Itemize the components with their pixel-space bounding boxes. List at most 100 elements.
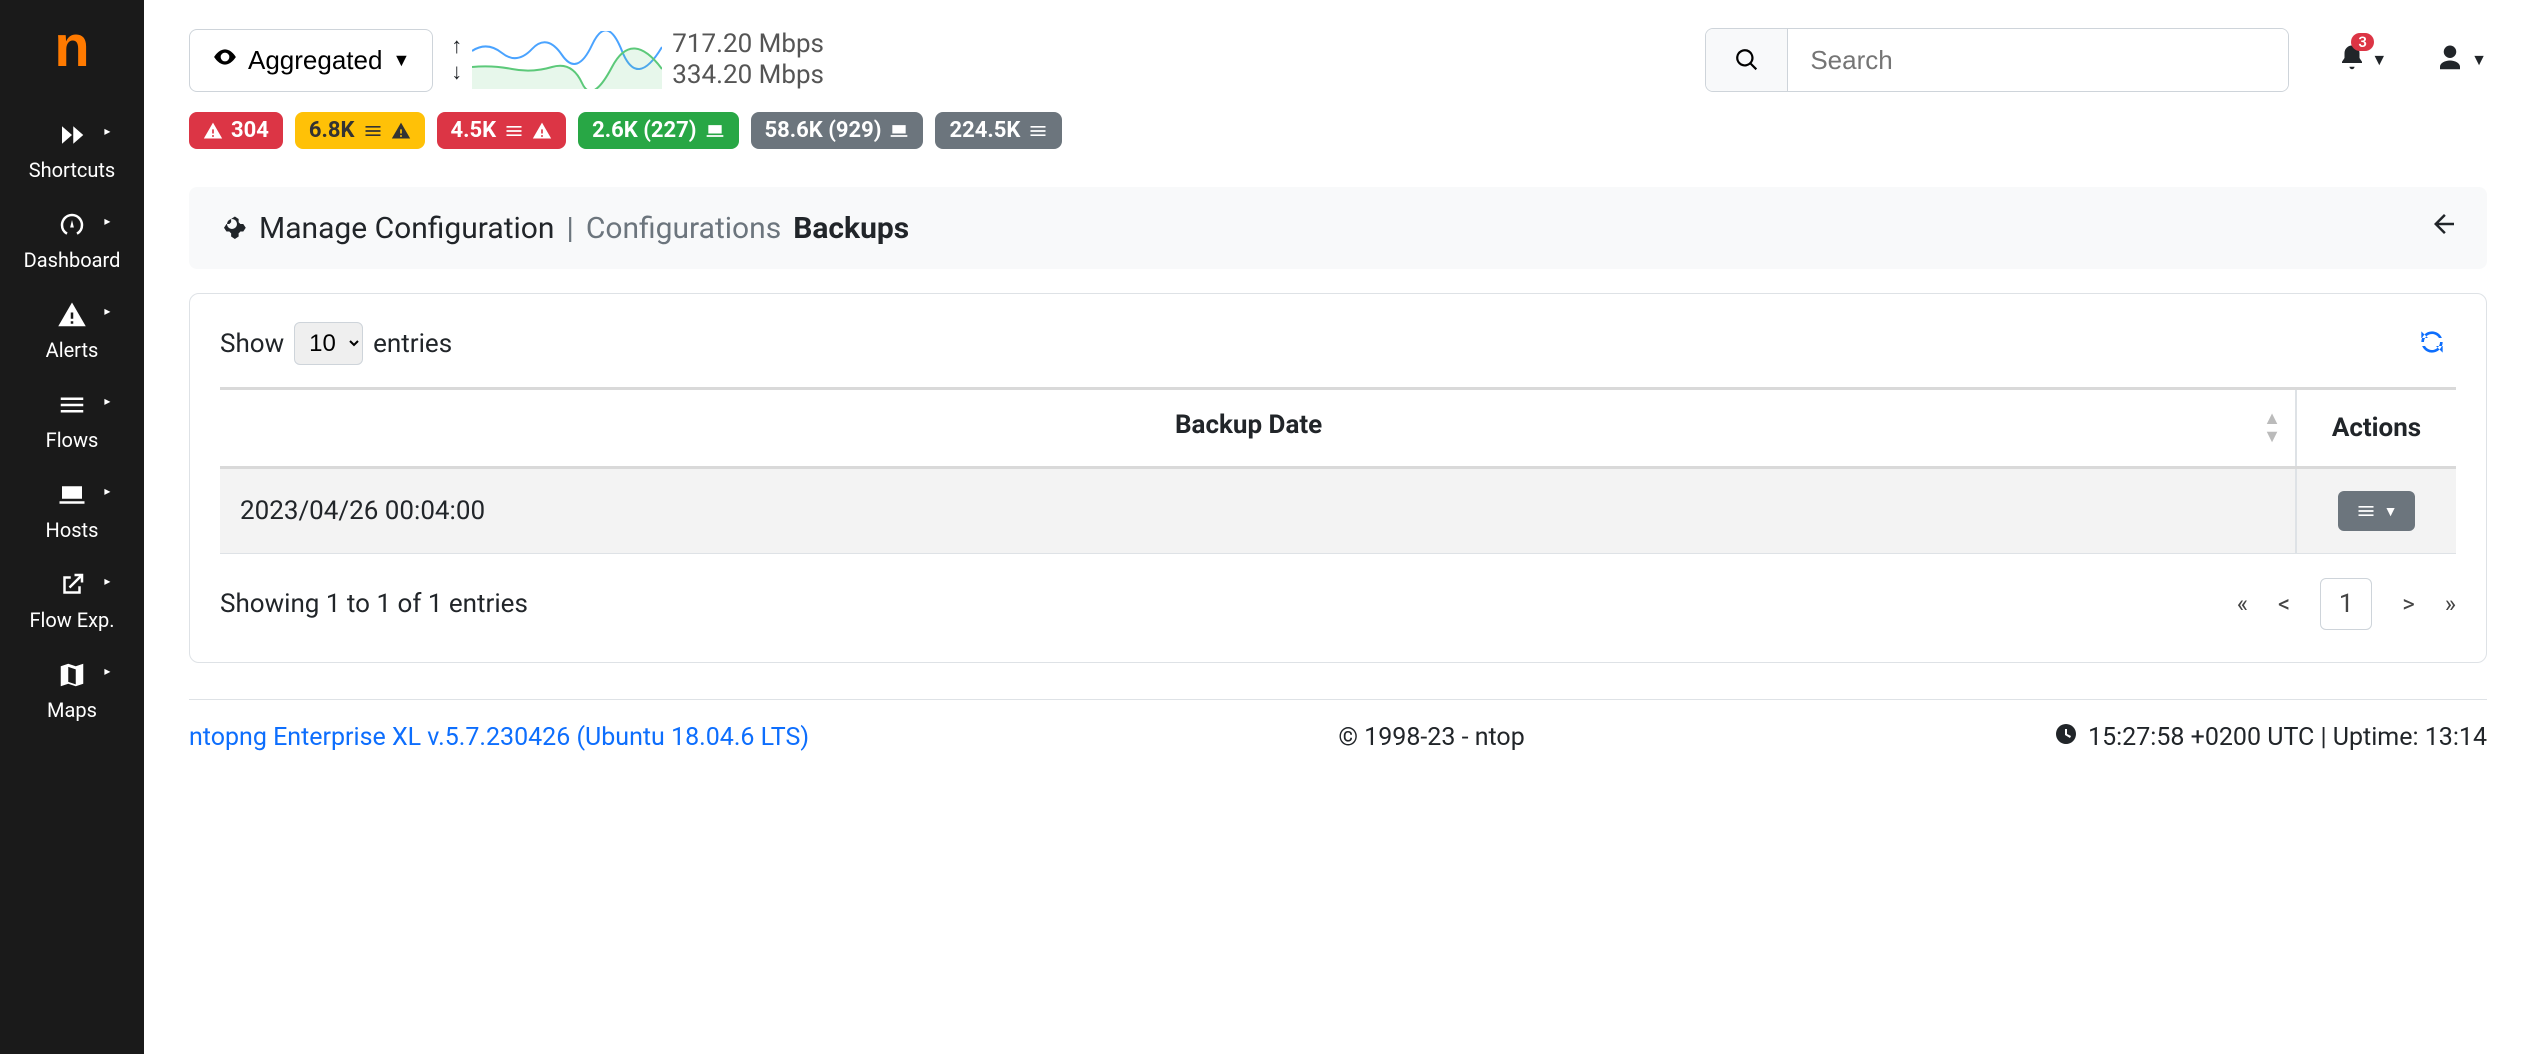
- back-button[interactable]: [2429, 209, 2459, 247]
- bars-icon: [1028, 121, 1048, 141]
- table-row: 2023/04/26 00:04:00 ▼: [220, 468, 2456, 554]
- traffic-down: 334.20 Mbps: [672, 60, 824, 91]
- table-footer: Showing 1 to 1 of 1 entries « < 1 > »: [190, 554, 2486, 630]
- nav-label: Shortcuts: [29, 158, 115, 182]
- status-badge[interactable]: 4.5K: [437, 112, 567, 149]
- search-box: [1705, 28, 2289, 92]
- status-badge[interactable]: 6.8K: [295, 112, 425, 149]
- caret-down-icon: ▼: [2471, 50, 2487, 70]
- nav-label: Hosts: [46, 518, 99, 542]
- nav-label: Flow Exp.: [29, 608, 114, 632]
- caret-right-icon: ▸: [104, 664, 110, 678]
- sidebar: n Shortcuts▸Dashboard▸Alerts▸Flows▸Hosts…: [0, 0, 144, 1054]
- pager-prev[interactable]: <: [2278, 590, 2290, 618]
- product-link[interactable]: ntopng Enterprise XL v.5.7.230426 (Ubunt…: [189, 723, 809, 752]
- entries-label: entries: [373, 329, 452, 359]
- aggregated-dropdown[interactable]: Aggregated ▼: [189, 29, 433, 92]
- search-input[interactable]: [1788, 29, 2288, 91]
- bars-icon: [504, 121, 524, 141]
- breadcrumb-title: Manage Configuration: [259, 211, 555, 246]
- col-backup-date[interactable]: Backup Date ▲▼: [220, 389, 2296, 468]
- showing-text: Showing 1 to 1 of 1 entries: [220, 589, 528, 619]
- laptop-icon: [889, 121, 909, 141]
- traffic-speeds: 717.20 Mbps 334.20 Mbps: [672, 29, 824, 91]
- traffic-up: 717.20 Mbps: [672, 29, 824, 60]
- nav-shortcuts[interactable]: Shortcuts ▸: [24, 106, 121, 196]
- map-icon: [57, 660, 87, 690]
- cell-backup-date: 2023/04/26 00:04:00: [220, 468, 2296, 554]
- breadcrumb-active: Backups: [793, 211, 909, 246]
- traffic-sparkline: [472, 31, 662, 89]
- caret-right-icon: ▸: [104, 484, 110, 498]
- nav-label: Dashboard: [24, 248, 121, 272]
- topbar: Aggregated ▼ ↑↓ 717.20 Mbps 334.20 Mbps: [144, 0, 2532, 112]
- nav-maps[interactable]: Maps ▸: [24, 646, 121, 736]
- pager-last[interactable]: »: [2445, 590, 2456, 618]
- logo[interactable]: n: [54, 18, 89, 76]
- backups-table: Backup Date ▲▼ Actions 2023/04/26 00:04:…: [220, 387, 2456, 554]
- footer-separator: [189, 699, 2487, 700]
- badge-text: 58.6K (929): [765, 118, 882, 143]
- user-icon: [2435, 43, 2465, 77]
- nav-flows[interactable]: Flows ▸: [24, 376, 121, 466]
- bars-icon: [363, 121, 383, 141]
- col-actions: Actions: [2296, 389, 2456, 468]
- status-badge[interactable]: 58.6K (929): [751, 112, 924, 149]
- sort-icon: ▲▼: [2263, 410, 2281, 446]
- nav-alerts[interactable]: Alerts ▸: [24, 286, 121, 376]
- bars-icon: [2356, 501, 2376, 521]
- refresh-button[interactable]: [2416, 326, 2448, 362]
- backups-panel: Show 10 entries Backup Date ▲▼ Actions 2…: [189, 293, 2487, 663]
- breadcrumb-bar: Manage Configuration | Configurations Ba…: [189, 187, 2487, 269]
- nav-label: Alerts: [46, 338, 99, 362]
- user-menu[interactable]: ▼: [2435, 43, 2487, 77]
- badge-text: 4.5K: [451, 118, 497, 143]
- time-display: 15:27:58 +0200 UTC | Uptime: 13:14: [2054, 722, 2487, 753]
- caret-right-icon: ▸: [104, 214, 110, 228]
- badge-text: 224.5K: [949, 118, 1020, 143]
- pager-current[interactable]: 1: [2320, 578, 2372, 630]
- status-badge[interactable]: 304: [189, 112, 283, 149]
- badge-text: 6.8K: [309, 118, 355, 143]
- separator: |: [567, 211, 574, 246]
- laptop-icon: [57, 480, 87, 510]
- eye-icon: [212, 44, 238, 77]
- nav-dashboard[interactable]: Dashboard ▸: [24, 196, 121, 286]
- caret-down-icon: ▼: [2384, 503, 2398, 519]
- table-controls: Show 10 entries: [190, 322, 2486, 387]
- status-badges-row: 304 6.8K 4.5K 2.6K (227) 58.6K (929) 224.5K: [144, 112, 2532, 161]
- bars-icon: [57, 390, 87, 420]
- traffic-widget[interactable]: ↑↓ 717.20 Mbps 334.20 Mbps: [451, 29, 824, 91]
- entries-select[interactable]: 10: [294, 322, 363, 365]
- pager: « < 1 > »: [2237, 578, 2456, 630]
- up-down-icon: ↑↓: [451, 36, 462, 84]
- badge-text: 304: [231, 118, 269, 143]
- status-badge[interactable]: 2.6K (227): [578, 112, 738, 149]
- breadcrumb-link[interactable]: Configurations: [586, 211, 781, 246]
- cell-actions: ▼: [2296, 468, 2456, 554]
- search-button[interactable]: [1706, 29, 1788, 91]
- notification-badge: 3: [2351, 33, 2374, 51]
- caret-down-icon: ▼: [2371, 50, 2387, 70]
- caret-right-icon: ▸: [104, 394, 110, 408]
- status-badge[interactable]: 224.5K: [935, 112, 1062, 149]
- alert-icon: [203, 121, 223, 141]
- nav-label: Maps: [47, 698, 97, 722]
- nav-label: Flows: [46, 428, 99, 452]
- alert-icon: [57, 300, 87, 330]
- time-text: 15:27:58 +0200 UTC | Uptime: 13:14: [2088, 723, 2487, 752]
- caret-right-icon: ▸: [104, 304, 110, 318]
- main-content: Aggregated ▼ ↑↓ 717.20 Mbps 334.20 Mbps: [144, 0, 2532, 1054]
- pager-first[interactable]: «: [2237, 590, 2248, 618]
- nav-hosts[interactable]: Hosts ▸: [24, 466, 121, 556]
- alert-icon: [391, 121, 411, 141]
- row-actions-button[interactable]: ▼: [2338, 491, 2416, 531]
- notifications-button[interactable]: 3 ▼: [2337, 43, 2387, 77]
- pager-next[interactable]: >: [2402, 590, 2415, 618]
- gauge-icon: [57, 210, 87, 240]
- nav-flow-exp-[interactable]: Flow Exp. ▸: [24, 556, 121, 646]
- badge-text: 2.6K (227): [592, 118, 696, 143]
- clock-icon: [2054, 722, 2078, 753]
- caret-right-icon: ▸: [104, 124, 110, 138]
- caret-right-icon: ▸: [104, 574, 110, 588]
